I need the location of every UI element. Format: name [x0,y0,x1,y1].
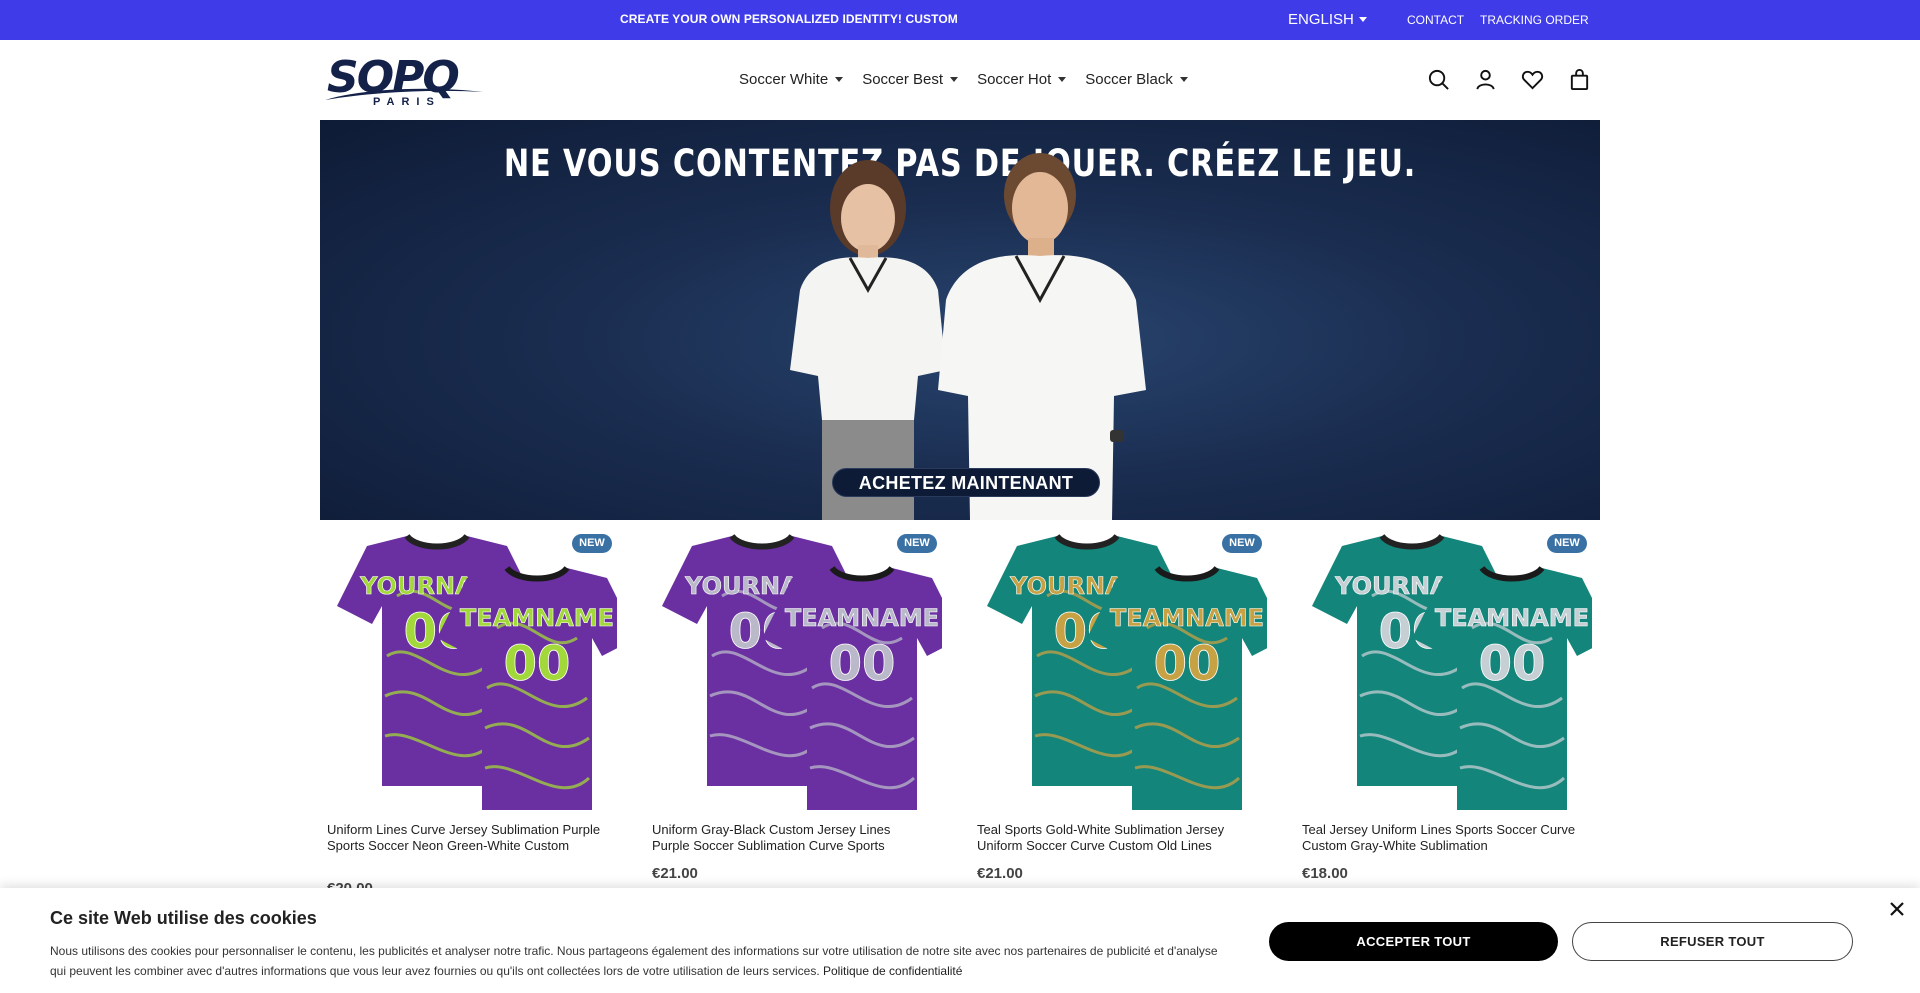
nav-label: Soccer Hot [977,71,1052,88]
product-price: €18.00 [1302,865,1348,882]
cart-bag-icon[interactable] [1568,68,1591,91]
cookie-banner: Ce site Web utilise des cookies Nous uti… [0,888,1920,993]
svg-text:00: 00 [1154,636,1221,692]
product-image: YOURNAME00TEAMNAME00 [337,534,617,810]
chevron-down-icon [1179,77,1188,82]
svg-text:TEAMNAME: TEAMNAME [1435,604,1589,632]
shop-now-button[interactable]: ACHETEZ MAINTENANT [832,468,1100,497]
refuse-all-button[interactable]: REFUSER TOUT [1572,922,1853,961]
nav-item-soccer-best[interactable]: Soccer Best [862,71,959,88]
chevron-down-icon [950,77,959,82]
cookie-text: Nous utilisons des cookies pour personna… [50,941,1230,981]
nav-item-soccer-white[interactable]: Soccer White [739,71,844,88]
nav-label: Soccer Best [862,71,944,88]
accept-all-button[interactable]: ACCEPTER TOUT [1269,922,1558,961]
product-title[interactable]: Teal Jersey Uniform Lines Sports Soccer … [1302,822,1577,854]
chevron-down-icon [1058,77,1067,82]
nav-label: Soccer White [739,71,829,88]
product-card[interactable]: YOURNAME 00 TEAMNAME 00 NEW Uniform Gray-Bl… [645,528,945,908]
language-label: ENGLISH [1288,11,1354,28]
svg-text:TEAMNAME: TEAMNAME [1110,604,1264,632]
chevron-down-icon [1358,17,1367,22]
product-card[interactable]: YOURNAME 00 TEAMNAME 00 NEW Uniform Lines C… [320,528,620,908]
product-image: YOURNAME00TEAMNAME00 [987,534,1267,810]
svg-text:TEAMNAME: TEAMNAME [785,604,939,632]
product-grid: YOURNAME 00 TEAMNAME 00 NEW Uniform Lines C… [320,528,1600,908]
new-badge: NEW [897,534,937,553]
header-actions [1427,68,1591,91]
logo-subtitle: PARIS [373,96,441,108]
new-badge: NEW [572,534,612,553]
product-price: €21.00 [652,865,698,882]
svg-text:00: 00 [1479,636,1546,692]
new-badge: NEW [1222,534,1262,553]
svg-text:TEAMNAME: TEAMNAME [460,604,614,632]
nav-item-soccer-hot[interactable]: Soccer Hot [977,71,1067,88]
chevron-down-icon [835,77,844,82]
product-title[interactable]: Teal Sports Gold-White Sublimation Jerse… [977,822,1252,854]
contact-link[interactable]: CONTACT [1407,13,1464,27]
svg-text:00: 00 [504,636,571,692]
language-selector[interactable]: ENGLISH [1288,11,1367,28]
new-badge: NEW [1547,534,1587,553]
announcement-bar: CREATE YOUR OWN PERSONALIZED IDENTITY! C… [0,0,1920,40]
product-card[interactable]: YOURNAME 00 TEAMNAME 00 NEW Teal Jersey Uni… [1295,528,1595,908]
product-image: YOURNAME00TEAMNAME00 [662,534,942,810]
cookie-title: Ce site Web utilise des cookies [50,908,317,928]
hero-models-image [790,153,1146,520]
product-title[interactable]: Uniform Gray-Black Custom Jersey Lines P… [652,822,927,854]
hero-banner[interactable]: NE VOUS CONTENTEZ PAS DE JOUER. CRÉEZ LE… [320,120,1600,520]
wishlist-heart-icon[interactable] [1521,68,1544,91]
tracking-order-link[interactable]: TRACKING ORDER [1480,13,1589,27]
product-title[interactable]: Uniform Lines Curve Jersey Sublimation P… [327,822,602,854]
main-nav: Soccer White Soccer Best Soccer Hot Socc… [739,71,1188,88]
product-card[interactable]: YOURNAME 00 TEAMNAME 00 NEW Teal Sports Gol… [970,528,1270,908]
site-header: SOPQ PARIS Soccer White Soccer Best Socc… [0,40,1920,120]
product-image: YOURNAME00TEAMNAME00 [1312,534,1592,810]
promo-marquee[interactable]: CREATE YOUR OWN PERSONALIZED IDENTITY! C… [620,12,960,26]
account-icon[interactable] [1474,68,1497,91]
product-price: €21.00 [977,865,1023,882]
nav-label: Soccer Black [1085,71,1173,88]
close-icon[interactable] [1887,899,1907,919]
nav-item-soccer-black[interactable]: Soccer Black [1085,71,1188,88]
cookie-description: Nous utilisons des cookies pour personna… [50,944,1218,978]
svg-text:00: 00 [829,636,896,692]
privacy-policy-link[interactable]: Politique de confidentialité [823,964,962,978]
search-icon[interactable] [1427,68,1450,91]
logo[interactable]: SOPQ PARIS [323,56,485,112]
